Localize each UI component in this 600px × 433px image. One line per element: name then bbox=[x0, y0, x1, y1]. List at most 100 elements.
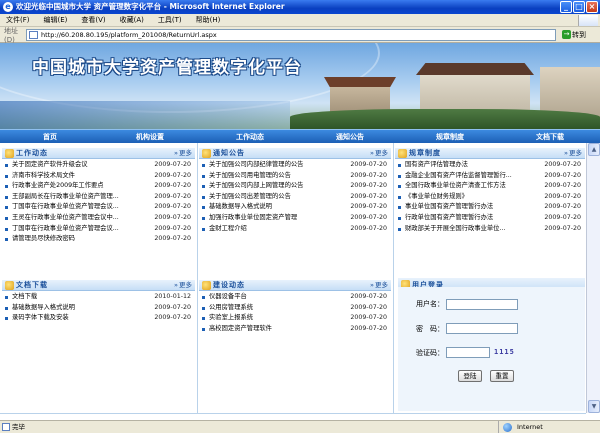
list-item[interactable]: 加强行政事业单位固定资产管理 2009-07-20 bbox=[199, 213, 391, 224]
bullet-icon bbox=[202, 174, 205, 178]
list-item[interactable]: 王部副局长在行政事业单位资产管理... 2009-07-20 bbox=[2, 192, 195, 203]
content-bottom-border bbox=[0, 413, 586, 420]
close-button[interactable]: × bbox=[586, 1, 598, 13]
username-input[interactable] bbox=[446, 299, 518, 310]
docs-list: 文档下载 2010-01-12 基础数据导入格式说明 2009-07-20 录码字体… bbox=[2, 292, 195, 324]
list-item[interactable]: 行政事业资产处2009年工作要点 2009-07-20 bbox=[2, 181, 195, 192]
list-item[interactable]: 王灵在行政事业单位资产管理会议中... 2009-07-20 bbox=[2, 213, 195, 224]
item-date: 2009-07-20 bbox=[154, 192, 191, 200]
item-date: 2009-07-20 bbox=[350, 171, 387, 179]
nav-organization[interactable]: 机构设置 bbox=[100, 132, 200, 142]
build-more-link[interactable]: 更多 bbox=[370, 280, 388, 291]
menu-tools[interactable]: 工具(T) bbox=[158, 15, 182, 25]
status-bar: 完毕 Internet bbox=[0, 420, 600, 433]
item-title: 丁国审在行政事业单位资产管理会议... bbox=[12, 203, 119, 211]
list-item[interactable]: 行政单位国有资产管理暂行办法 2009-07-20 bbox=[395, 213, 585, 224]
window-controls: _ □ × bbox=[560, 1, 598, 13]
docs-section-header: 文档下载 更多 bbox=[2, 280, 195, 291]
minimize-button[interactable]: _ bbox=[560, 1, 572, 13]
vertical-scrollbar[interactable]: ▲ ▼ bbox=[586, 143, 600, 413]
nav-downloads[interactable]: 文档下载 bbox=[500, 132, 600, 142]
list-item[interactable]: 济南市科学技术局文件 2009-07-20 bbox=[2, 171, 195, 182]
bullet-icon bbox=[5, 174, 8, 178]
bullet-icon bbox=[5, 238, 8, 242]
zone-label: Internet bbox=[517, 423, 543, 431]
rules-section-title: 规章制度 bbox=[409, 149, 441, 157]
site-banner: 中国城市大学资产管理数字化平台 bbox=[0, 43, 600, 129]
item-title: 录码字体下载及安装 bbox=[12, 314, 69, 322]
list-item[interactable]: 仪器设备平台 2009-07-20 bbox=[199, 292, 391, 303]
work-section-title: 工作动态 bbox=[16, 149, 48, 157]
list-item[interactable]: 财政部关于开展全国行政事业单位... 2009-07-20 bbox=[395, 224, 585, 235]
list-item[interactable]: 事业单位国有资产管理暂行办法 2009-07-20 bbox=[395, 202, 585, 213]
menu-edit[interactable]: 编辑(E) bbox=[44, 15, 68, 25]
list-item[interactable]: 实验室上报系统 2009-07-20 bbox=[199, 313, 391, 324]
list-item[interactable]: 丁国审在行政事业单位资产管理会议... 2009-07-20 bbox=[2, 224, 195, 235]
address-input[interactable]: http://60.208.80.195/platform_201008/Ret… bbox=[26, 29, 556, 41]
item-date: 2009-07-20 bbox=[154, 171, 191, 179]
menu-favorites[interactable]: 收藏(A) bbox=[120, 15, 144, 25]
nav-notice[interactable]: 通知公告 bbox=[300, 132, 400, 142]
item-date: 2009-07-20 bbox=[154, 203, 191, 211]
item-date: 2009-07-20 bbox=[350, 203, 387, 211]
list-item[interactable]: 关于加强公司内部上网管理的公告 2009-07-20 bbox=[199, 181, 391, 192]
list-item[interactable]: 文档下载 2010-01-12 bbox=[2, 292, 195, 303]
scroll-up-icon[interactable]: ▲ bbox=[588, 143, 600, 156]
list-item[interactable]: 基础数据导入格式说明 2009-07-20 bbox=[199, 202, 391, 213]
go-button[interactable]: → 转到 bbox=[562, 29, 598, 41]
item-title: 关于加强公司内部纪律管理的公告 bbox=[209, 161, 304, 168]
list-item[interactable]: 金融企业国有资产评估监督管理暂行... 2009-07-20 bbox=[395, 171, 585, 182]
security-zone: Internet bbox=[498, 421, 600, 433]
column-divider bbox=[197, 143, 198, 413]
list-item[interactable]: 关于加强公司出差管理的公告 2009-07-20 bbox=[199, 192, 391, 203]
rules-more-link[interactable]: 更多 bbox=[564, 148, 582, 159]
nav-rules[interactable]: 规章制度 bbox=[400, 132, 500, 142]
bullet-icon bbox=[5, 206, 8, 210]
item-title: 事业单位国有资产管理暂行办法 bbox=[405, 203, 494, 211]
list-item[interactable]: 基础数据导入格式说明 2009-07-20 bbox=[2, 303, 195, 314]
list-item[interactable]: 关于加强公司内部纪律管理的公告 2009-07-20 bbox=[199, 160, 391, 171]
item-title: 加强行政事业单位固定资产管理 bbox=[209, 213, 298, 221]
rules-list: 国有资产评估管理办法 2009-07-20 金融企业国有资产评估监督管理暂行...… bbox=[395, 160, 585, 234]
list-item[interactable]: 公用房管理系统 2009-07-20 bbox=[199, 303, 391, 314]
window-titlebar: e 欢迎光临中国城市大学 资产管理数字化平台 - Microsoft Inter… bbox=[0, 0, 600, 14]
list-item[interactable]: 高校固定资产管理软件 2009-07-20 bbox=[199, 324, 391, 335]
page-icon bbox=[29, 31, 38, 39]
windows-logo-icon bbox=[578, 15, 598, 26]
item-title: 实验室上报系统 bbox=[209, 314, 254, 322]
item-title: 《事业单位财务规则》 bbox=[405, 192, 468, 200]
bullet-icon bbox=[5, 317, 8, 321]
list-item[interactable]: 全国行政事业单位资产清查工作方法 2009-07-20 bbox=[395, 181, 585, 192]
work-more-link[interactable]: 更多 bbox=[174, 148, 192, 159]
list-item[interactable]: 金财工程介绍 2009-07-20 bbox=[199, 224, 391, 235]
bullet-icon bbox=[398, 195, 401, 199]
menu-view[interactable]: 查看(V) bbox=[81, 15, 105, 25]
captcha-input[interactable] bbox=[446, 347, 490, 358]
item-date: 2009-07-20 bbox=[544, 203, 581, 211]
list-item[interactable]: 国有资产评估管理办法 2009-07-20 bbox=[395, 160, 585, 171]
notice-more-link[interactable]: 更多 bbox=[370, 148, 388, 159]
scroll-down-icon[interactable]: ▼ bbox=[588, 400, 600, 413]
list-item[interactable]: 《事业单位财务规则》 2009-07-20 bbox=[395, 192, 585, 203]
item-date: 2009-07-20 bbox=[350, 192, 387, 200]
nav-work-news[interactable]: 工作动态 bbox=[200, 132, 300, 142]
list-item[interactable]: 请管理员尽快修改密码 2009-07-20 bbox=[2, 234, 195, 245]
item-date: 2009-07-20 bbox=[154, 213, 191, 221]
bullet-icon bbox=[398, 216, 401, 220]
nav-home[interactable]: 首页 bbox=[0, 132, 100, 142]
reset-button[interactable]: 重置 bbox=[490, 370, 514, 382]
bullet-icon bbox=[202, 317, 205, 321]
password-input[interactable] bbox=[446, 323, 518, 334]
login-button[interactable]: 登陆 bbox=[458, 370, 482, 382]
list-item[interactable]: 录码字体下载及安装 2009-07-20 bbox=[2, 313, 195, 324]
list-item[interactable]: 关于固定资产软件升级会议 2009-07-20 bbox=[2, 160, 195, 171]
docs-more-link[interactable]: 更多 bbox=[174, 280, 192, 291]
menu-file[interactable]: 文件(F) bbox=[6, 15, 30, 25]
item-title: 公用房管理系统 bbox=[209, 303, 254, 311]
list-item[interactable]: 丁国审在行政事业单位资产管理会议... 2009-07-20 bbox=[2, 202, 195, 213]
menu-help[interactable]: 帮助(H) bbox=[196, 15, 221, 25]
item-date: 2009-07-20 bbox=[544, 161, 581, 168]
list-item[interactable]: 关于加强公司用电管理的公告 2009-07-20 bbox=[199, 171, 391, 182]
bullet-icon bbox=[5, 164, 8, 167]
maximize-button[interactable]: □ bbox=[573, 1, 585, 13]
